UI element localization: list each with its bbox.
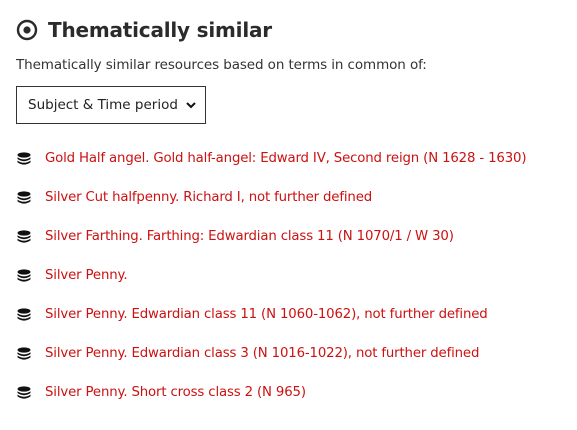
list-item: Silver Penny. Edwardian class 11 (N 1060… <box>16 295 566 334</box>
section-title: Thematically similar <box>48 18 272 42</box>
result-link[interactable]: Silver Cut halfpenny. Richard I, not fur… <box>45 190 372 205</box>
result-link[interactable]: Silver Penny. Edwardian class 11 (N 1060… <box>45 307 488 322</box>
coins-icon <box>17 190 31 204</box>
list-item: Silver Penny. Edwardian class 3 (N 1016-… <box>16 334 566 373</box>
chevron-down-icon <box>186 102 196 109</box>
list-item: Silver Penny. <box>16 256 566 295</box>
target-icon <box>16 19 38 41</box>
result-link[interactable]: Silver Farthing. Farthing: Edwardian cla… <box>45 229 454 244</box>
filter-select-value: Subject & Time period <box>28 97 178 113</box>
coins-icon <box>17 151 31 165</box>
list-item: Silver Penny. Short cross class 2 (N 965… <box>16 373 566 412</box>
result-link[interactable]: Gold Half angel. Gold half-angel: Edward… <box>45 151 527 166</box>
thematically-similar-panel: Thematically similar Thematically simila… <box>16 14 566 412</box>
section-description: Thematically similar resources based on … <box>16 57 427 73</box>
result-link[interactable]: Silver Penny. <box>45 268 128 283</box>
filter-select[interactable]: Subject & Time period <box>16 86 206 124</box>
coins-icon <box>17 307 31 321</box>
section-header: Thematically similar <box>16 14 566 46</box>
similar-results-list: Gold Half angel. Gold half-angel: Edward… <box>16 139 566 412</box>
coins-icon <box>17 385 31 399</box>
result-link[interactable]: Silver Penny. Short cross class 2 (N 965… <box>45 385 306 400</box>
list-item: Gold Half angel. Gold half-angel: Edward… <box>16 139 566 178</box>
coins-icon <box>17 229 31 243</box>
list-item: Silver Cut halfpenny. Richard I, not fur… <box>16 178 566 217</box>
coins-icon <box>17 346 31 360</box>
list-item: Silver Farthing. Farthing: Edwardian cla… <box>16 217 566 256</box>
coins-icon <box>17 268 31 282</box>
result-link[interactable]: Silver Penny. Edwardian class 3 (N 1016-… <box>45 346 479 361</box>
